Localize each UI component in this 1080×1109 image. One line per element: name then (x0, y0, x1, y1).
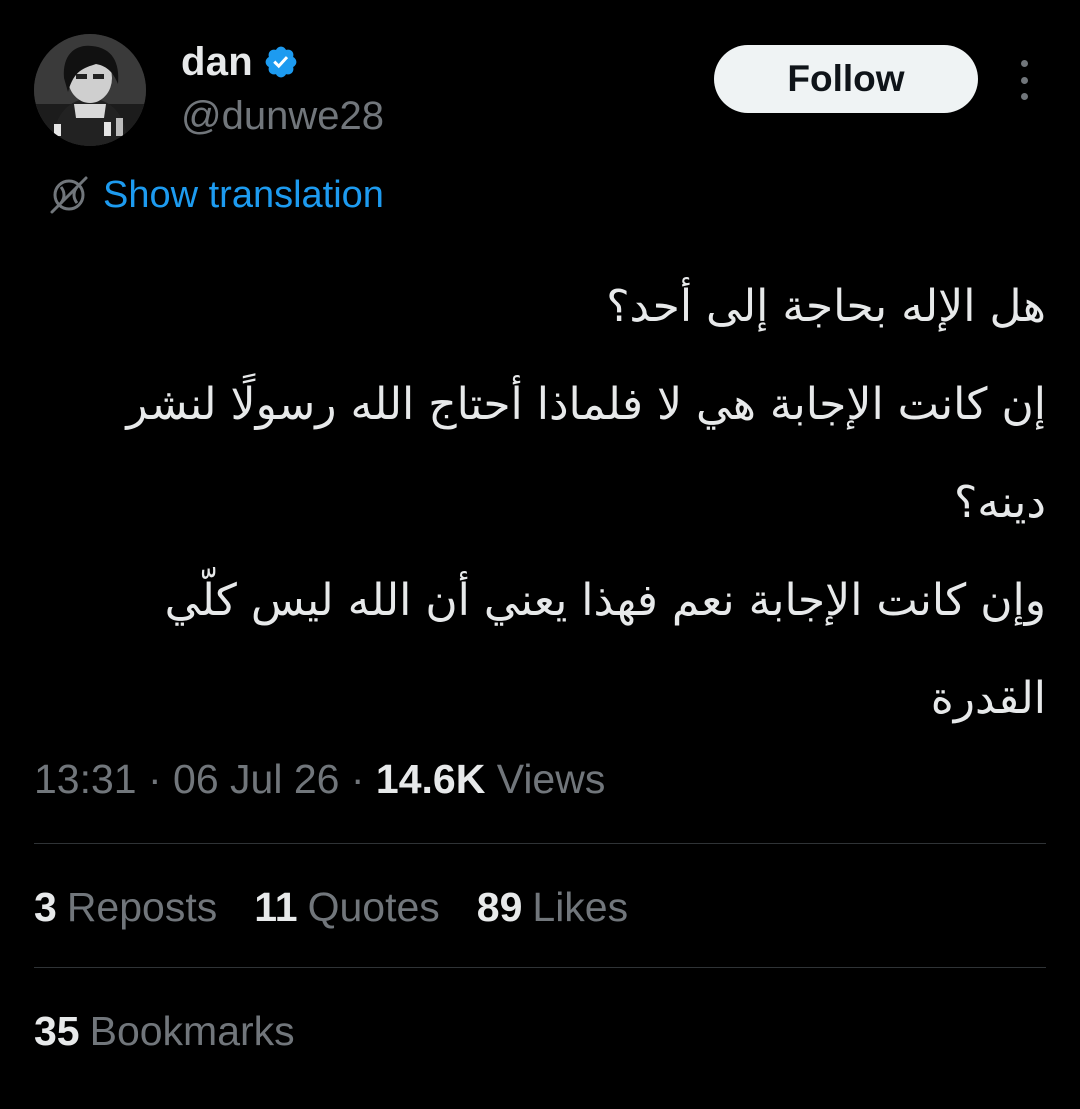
reposts-label: Reposts (66, 884, 218, 930)
more-options-icon[interactable] (1010, 60, 1038, 100)
reposts-count: 3 (34, 884, 57, 930)
tweet-time[interactable]: 13:31 (34, 756, 137, 802)
bookmarks-stat[interactable]: 35 Bookmarks (34, 1008, 295, 1055)
tweet-header: dan @dunwe28 Follow (34, 34, 1046, 154)
tweet-line: وإن كانت الإجابة نعم فهذا يعني أن الله ل… (164, 575, 1046, 626)
tweet-meta: 13:31 · 06 Jul 26 · 14.6K Views (34, 756, 605, 803)
likes-label: Likes (532, 884, 629, 930)
meta-separator: · (136, 756, 174, 802)
translate-globe-icon (50, 176, 88, 214)
verified-badge-icon (263, 44, 299, 80)
bookmarks-label: Bookmarks (89, 1008, 295, 1054)
quotes-label: Quotes (307, 884, 440, 930)
bookmarks-count: 35 (34, 1008, 80, 1054)
show-translation-label: Show translation (103, 173, 384, 216)
quotes-stat[interactable]: 11 Quotes (254, 884, 440, 931)
tweet-date[interactable]: 06 Jul 26 (173, 756, 339, 802)
avatar[interactable] (34, 34, 146, 146)
tweet-body: هل الإله بحاجة إلى أحد؟ إن كانت الإجابة … (80, 258, 1046, 748)
meta-separator: · (339, 756, 376, 802)
more-dot (1020, 93, 1028, 100)
more-dot (1020, 76, 1028, 84)
divider (34, 967, 1046, 968)
likes-stat[interactable]: 89 Likes (477, 884, 628, 931)
more-dot (1020, 60, 1028, 67)
show-translation-button[interactable]: Show translation (44, 170, 384, 220)
quotes-count: 11 (254, 884, 298, 930)
likes-count: 89 (476, 884, 523, 930)
reposts-stat[interactable]: 3 Reposts (34, 884, 217, 931)
follow-button[interactable]: Follow (714, 45, 978, 113)
display-name[interactable]: dan (181, 40, 253, 85)
views-count: 14.6K (375, 756, 486, 802)
views-label: Views (496, 756, 606, 802)
avatar-image (34, 34, 146, 146)
tweet-line: هل الإله بحاجة إلى أحد؟ (606, 281, 1046, 332)
author-handle[interactable]: @dunwe28 (181, 94, 384, 139)
divider (34, 843, 1046, 844)
author-info: dan @dunwe28 (181, 38, 384, 139)
display-name-row: dan (181, 38, 384, 86)
tweet-line: دينه؟ (953, 477, 1046, 528)
engagement-stats: 3 Reposts 11 Quotes 89 Likes (34, 884, 665, 931)
tweet-line: القدرة (930, 673, 1046, 724)
tweet-line: إن كانت الإجابة هي لا فلماذا أحتاج الله … (126, 379, 1046, 430)
